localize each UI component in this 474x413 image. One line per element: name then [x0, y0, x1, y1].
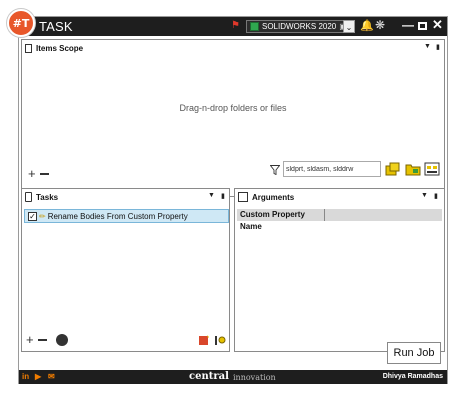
app-window: TASK ⚑ SOLIDWORKS 2020 ▣ ⌄ 🔔 ❋ — ✕ Items…	[18, 16, 448, 384]
filter-icon	[270, 165, 280, 175]
task-wizard-icon[interactable]	[198, 334, 210, 346]
items-scope-panel: Items Scope ▼ ▮ Drag-n-drop folders or f…	[21, 39, 445, 197]
tasks-title: Tasks	[36, 192, 59, 202]
dropzone-hint[interactable]: Drag-n-drop folders or files	[22, 103, 444, 113]
add-list-icon[interactable]	[424, 161, 440, 177]
arguments-icon	[238, 192, 248, 202]
remove-item-button[interactable]	[40, 173, 49, 175]
task-row[interactable]: ✓ ✏ Rename Bodies From Custom Property	[24, 209, 229, 223]
app-logo: #T	[7, 9, 35, 37]
arguments-grid-header: Custom Property Name	[237, 209, 442, 231]
run-job-button[interactable]: Run Job	[387, 342, 441, 364]
globe-icon[interactable]	[56, 334, 68, 346]
wand-icon: ✏	[39, 211, 46, 221]
arguments-panel: Arguments ▼ ▮ Custom Property Name	[234, 188, 445, 352]
column-header-custom-property[interactable]: Custom Property Name	[237, 209, 325, 231]
task-checkbox[interactable]: ✓	[28, 211, 37, 221]
tasks-header: Tasks ▼ ▮	[22, 189, 229, 205]
brand-logo[interactable]: central	[189, 371, 229, 382]
add-task-button[interactable]: +	[26, 332, 34, 347]
add-files-icon[interactable]	[385, 161, 401, 177]
brand-subtitle: innovation	[233, 373, 276, 382]
pin-icon[interactable]: ▮	[221, 192, 225, 200]
arguments-title: Arguments	[252, 192, 295, 202]
linkedin-icon[interactable]: in	[22, 372, 32, 382]
maximize-button[interactable]	[418, 22, 427, 30]
email-icon[interactable]: ✉	[48, 372, 58, 382]
youtube-icon[interactable]: ▶	[35, 372, 45, 382]
solidworks-version-select[interactable]: SOLIDWORKS 2020 ▣ ⌄	[246, 20, 355, 33]
close-button[interactable]: ✕	[432, 17, 443, 33]
social-links: in ▶ ✉	[22, 372, 58, 382]
pin-icon[interactable]: ▮	[434, 192, 438, 200]
tasks-panel: Tasks ▼ ▮ ✓ ✏ Rename Bodies From Custom …	[21, 188, 230, 352]
chevron-down-icon[interactable]: ⌄	[343, 20, 355, 33]
task-label: Rename Bodies From Custom Property	[47, 211, 188, 221]
clipboard-icon	[25, 192, 32, 202]
solidworks-icon	[250, 22, 259, 31]
items-scope-header: Items Scope ▼ ▮	[22, 40, 444, 56]
minimize-button[interactable]: —	[402, 18, 414, 32]
panel-menu-icon[interactable]: ▼	[421, 192, 428, 199]
bell-icon[interactable]: 🔔	[360, 19, 374, 32]
author-name: Dhivya Ramadhas	[382, 373, 443, 380]
title-bar: TASK ⚑ SOLIDWORKS 2020 ▣ ⌄ 🔔 ❋ — ✕	[19, 17, 447, 36]
footer-bar: in ▶ ✉ central innovation Dhivya Ramadha…	[19, 370, 447, 384]
add-item-button[interactable]: +	[28, 166, 36, 181]
solidworks-version-label: SOLIDWORKS 2020	[262, 22, 337, 31]
remove-task-button[interactable]	[38, 339, 47, 341]
arguments-header: Arguments ▼ ▮	[235, 189, 444, 205]
file-filter-input[interactable]	[283, 161, 381, 177]
key-icon[interactable]	[214, 334, 227, 346]
items-scope-title: Items Scope	[36, 43, 84, 53]
panel-menu-icon[interactable]: ▼	[424, 43, 431, 50]
document-icon	[25, 43, 32, 53]
gear-icon[interactable]: ❋	[375, 18, 385, 32]
add-folder-icon[interactable]	[405, 161, 421, 177]
panel-menu-icon[interactable]: ▼	[208, 192, 215, 199]
solidworks-pin-icon[interactable]: ⚑	[231, 20, 243, 32]
app-title: TASK	[39, 19, 73, 34]
pin-icon[interactable]: ▮	[436, 43, 440, 51]
